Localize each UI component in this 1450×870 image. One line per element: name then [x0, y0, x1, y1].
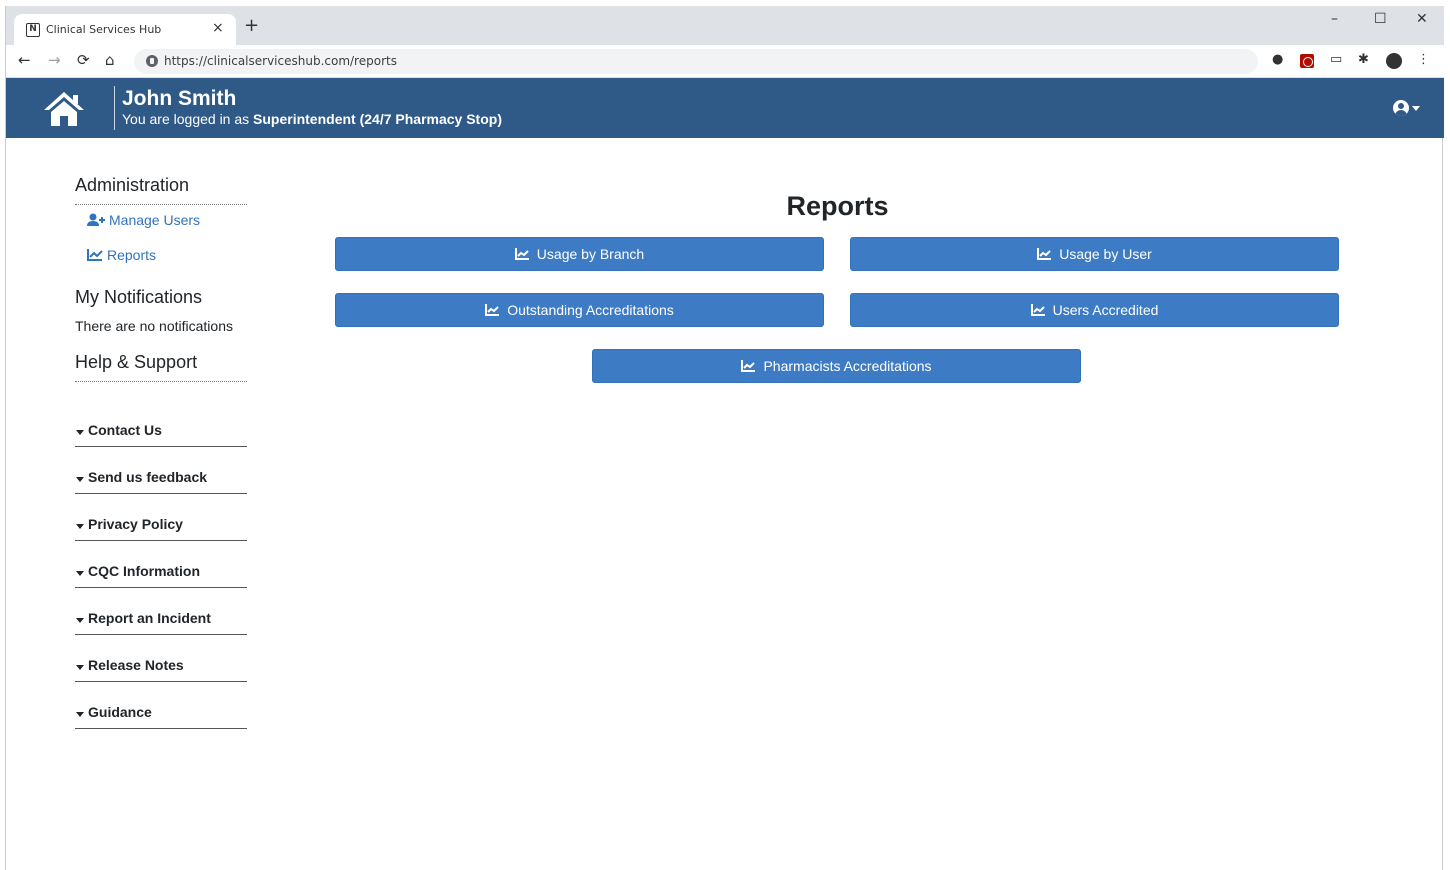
logged-in-status: You are logged in as Superintendent (24/…	[122, 111, 502, 127]
outstanding-accreditations-button[interactable]: Outstanding Accreditations	[335, 293, 824, 327]
account-menu-button[interactable]	[1393, 98, 1425, 120]
extensions-puzzle-icon[interactable]: ✱	[1358, 52, 1369, 67]
button-label: Usage by User	[1059, 246, 1152, 262]
line-chart-icon	[485, 304, 500, 316]
browser-tab[interactable]: N Clinical Services Hub ×	[14, 14, 236, 45]
accordion-label: Contact Us	[88, 422, 162, 438]
caret-down-icon	[76, 477, 84, 482]
home-icon[interactable]: ⌂	[105, 51, 115, 69]
caret-down-icon	[76, 524, 84, 529]
usage-by-user-button[interactable]: Usage by User	[850, 237, 1339, 271]
administration-heading: Administration	[75, 175, 247, 205]
close-window-icon[interactable]: ✕	[1416, 11, 1428, 27]
accordion-label: Guidance	[88, 704, 152, 720]
sidebar-item-label: Reports	[107, 247, 157, 263]
button-label: Usage by Branch	[536, 246, 645, 262]
app-header: John Smith You are logged in as Superint…	[6, 78, 1444, 138]
browser-toolbar: ← → ⟳ ⌂ https://clinicalserviceshub.com/…	[6, 45, 1444, 78]
logged-in-prefix: You are logged in as	[122, 111, 254, 127]
accordion-label: Send us feedback	[88, 469, 208, 485]
notion-favicon-icon: N	[26, 23, 40, 37]
header-divider	[114, 86, 115, 130]
reload-icon[interactable]: ⟳	[77, 51, 90, 69]
new-tab-button[interactable]: +	[244, 17, 259, 35]
users-accredited-button[interactable]: Users Accredited	[850, 293, 1339, 327]
button-label: Pharmacists Accreditations	[763, 358, 932, 374]
accordion-label: Report an Incident	[88, 610, 211, 626]
accordion-send-feedback[interactable]: Send us feedback	[75, 460, 247, 494]
accordion-contact-us[interactable]: Contact Us	[75, 413, 247, 447]
accordion-release-notes[interactable]: Release Notes	[75, 648, 247, 682]
line-chart-icon	[514, 248, 529, 260]
address-bar[interactable]: https://clinicalserviceshub.com/reports	[134, 49, 1258, 74]
logged-in-role: Superintendent (24/7 Pharmacy Stop)	[253, 111, 502, 127]
url-text: https://clinicalserviceshub.com/reports	[164, 54, 397, 68]
pharmacists-accreditations-button[interactable]: Pharmacists Accreditations	[592, 349, 1081, 383]
accordion-label: Release Notes	[88, 657, 184, 673]
notifications-empty-text: There are no notifications	[75, 318, 233, 334]
line-chart-icon	[1037, 248, 1052, 260]
caret-down-icon	[76, 712, 84, 717]
sidebar-item-reports[interactable]: Reports	[87, 247, 156, 263]
cast-icon[interactable]: ▭	[1330, 52, 1342, 67]
accordion-report-incident[interactable]: Report an Incident	[75, 601, 247, 635]
user-circle-icon	[1393, 100, 1409, 116]
house-icon[interactable]	[42, 90, 86, 128]
caret-down-icon	[76, 665, 84, 670]
line-chart-icon	[1030, 304, 1045, 316]
extension-icon[interactable]: ●	[1272, 52, 1283, 67]
accordion-label: CQC Information	[88, 563, 200, 579]
tab-bar: N Clinical Services Hub × + – ☐ ✕	[6, 6, 1444, 45]
minimize-icon[interactable]: –	[1331, 11, 1338, 27]
back-icon[interactable]: ←	[18, 51, 31, 69]
line-chart-icon	[87, 249, 103, 261]
button-label: Outstanding Accreditations	[507, 302, 674, 318]
help-support-heading: Help & Support	[75, 352, 247, 382]
accordion-privacy-policy[interactable]: Privacy Policy	[75, 507, 247, 541]
browser-window: N Clinical Services Hub × + – ☐ ✕ ← → ⟳ …	[5, 6, 1444, 870]
user-name: John Smith	[122, 87, 237, 110]
caret-down-icon	[76, 571, 84, 576]
line-chart-icon	[741, 360, 756, 372]
user-plus-icon	[87, 213, 105, 226]
accordion-guidance[interactable]: Guidance	[75, 695, 247, 729]
caret-down-icon	[1412, 106, 1420, 111]
maximize-icon[interactable]: ☐	[1374, 11, 1387, 27]
page-title: Reports	[786, 191, 889, 221]
accordion-label: Privacy Policy	[88, 516, 183, 532]
forward-icon[interactable]: →	[48, 51, 61, 69]
sidebar-item-manage-users[interactable]: Manage Users	[87, 212, 200, 228]
usage-by-branch-button[interactable]: Usage by Branch	[335, 237, 824, 271]
site-info-icon[interactable]	[146, 55, 158, 67]
caret-down-icon	[76, 430, 84, 435]
profile-icon[interactable]	[1386, 53, 1402, 69]
caret-down-icon	[76, 618, 84, 623]
notifications-heading: My Notifications	[75, 287, 203, 307]
tab-title: Clinical Services Hub	[46, 23, 162, 36]
browser-menu-icon[interactable]: ⋮	[1417, 52, 1430, 67]
tab-close-icon[interactable]: ×	[212, 20, 224, 36]
button-label: Users Accredited	[1052, 302, 1159, 318]
acrobat-extension-icon[interactable]	[1300, 54, 1314, 68]
sidebar-item-label: Manage Users	[109, 212, 201, 228]
accordion-cqc-information[interactable]: CQC Information	[75, 554, 247, 588]
